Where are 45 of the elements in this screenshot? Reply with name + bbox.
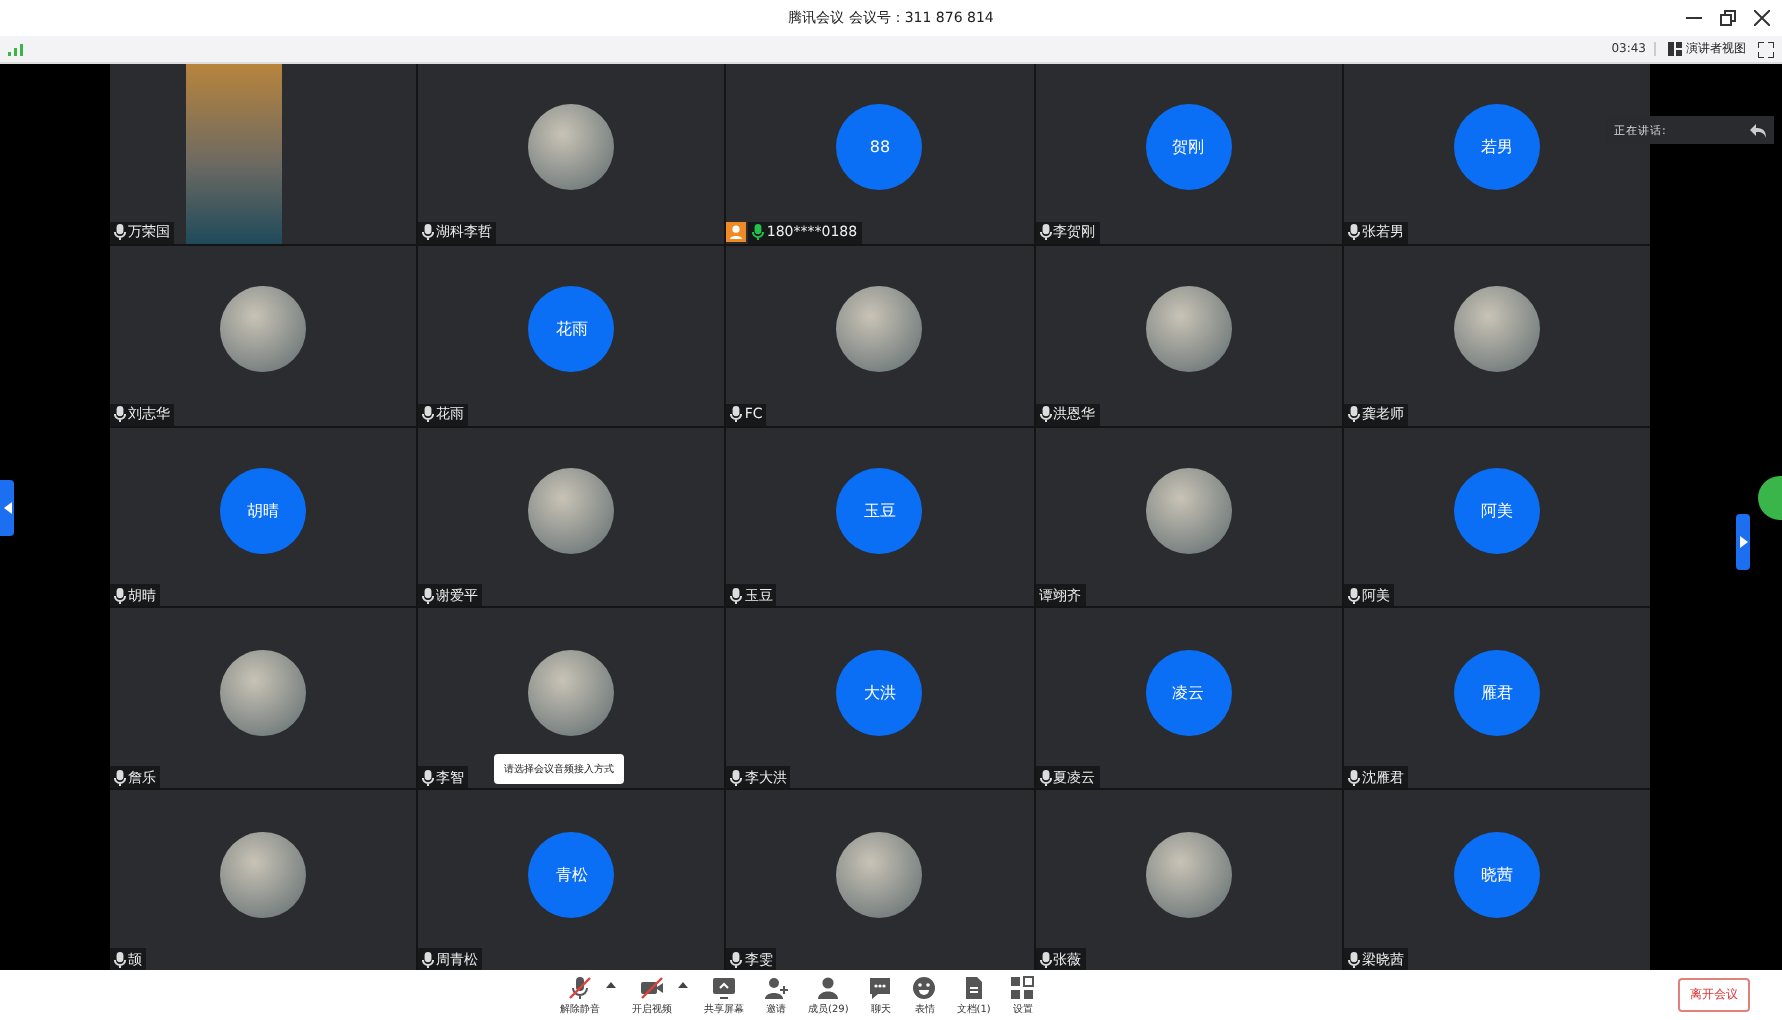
document-icon: [961, 975, 986, 999]
avatar-photo-placeholder: [220, 286, 307, 373]
avatar-photo-placeholder: [528, 104, 615, 191]
caret-icon[interactable]: [678, 981, 688, 987]
avatar-initials: 贺刚: [1145, 104, 1232, 191]
avatar-photo-placeholder: [836, 831, 923, 918]
signal-icon: [8, 43, 24, 55]
fullscreen-icon[interactable]: [1758, 41, 1774, 57]
avatar-initials: 88: [836, 104, 923, 191]
avatar-photo-placeholder: [528, 467, 615, 554]
next-page-button[interactable]: [1736, 514, 1750, 570]
avatar-initials: 凌云: [1145, 649, 1232, 736]
previous-page-button[interactable]: [0, 479, 14, 535]
camera-off-icon: [640, 975, 664, 999]
restore-icon[interactable]: [1720, 10, 1736, 26]
microphone-muted-icon: [568, 975, 592, 999]
avatar-initials: 胡晴: [220, 467, 307, 554]
avatar-photo-placeholder: [1145, 467, 1232, 554]
chat-icon: [868, 975, 893, 999]
avatar-photo-placeholder: [1145, 831, 1232, 918]
avatar-initials: 青松: [528, 831, 615, 918]
avatar-photo-placeholder: [220, 831, 307, 918]
avatar-initials: 花雨: [528, 286, 615, 373]
avatar-photo-placeholder: [836, 286, 923, 373]
avatar-initials: 晓茜: [1453, 831, 1540, 918]
left-triangle-icon: [3, 501, 11, 513]
grid-icon: [1010, 975, 1035, 999]
avatar-photo-placeholder: [528, 649, 615, 736]
avatar-initials: 雁君: [1453, 649, 1540, 736]
smile-icon: [912, 975, 937, 999]
avatar-photo-placeholder: [220, 649, 307, 736]
floating-button[interactable]: [1758, 475, 1782, 519]
avatar-photo-placeholder: [1145, 286, 1232, 373]
avatar-initials: 大洪: [836, 649, 923, 736]
close-icon[interactable]: [1754, 10, 1770, 26]
avatar-photo-placeholder: [1453, 286, 1540, 373]
people-icon: [816, 975, 841, 999]
layout-icon: [1668, 42, 1682, 56]
right-triangle-icon: [1739, 536, 1747, 548]
add-person-icon: [764, 975, 788, 999]
caret-icon[interactable]: [606, 981, 616, 987]
avatar-initials: 玉豆: [836, 467, 923, 554]
avatar-initials: 阿美: [1453, 467, 1540, 554]
avatar-initials: 若男: [1453, 104, 1540, 191]
screen-icon: [712, 975, 736, 999]
